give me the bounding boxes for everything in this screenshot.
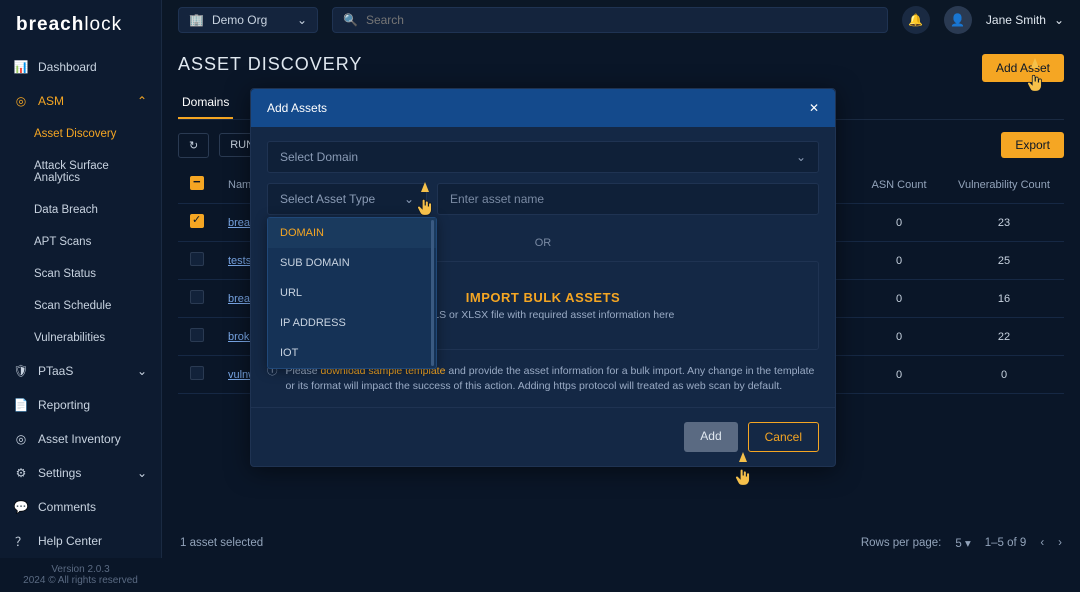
export-button[interactable]: Export [1001, 132, 1064, 158]
sidebar-item-scan-schedule[interactable]: Scan Schedule [0, 290, 161, 322]
asset-type-subdomain[interactable]: SUB DOMAIN [268, 248, 436, 278]
sidebar-item-data-breach[interactable]: Data Breach [0, 194, 161, 226]
footer: 1 asset selected Rows per page: 5 ▾ 1–5 … [162, 536, 1080, 550]
chevron-down-icon: ⌄ [137, 466, 147, 480]
asset-type-url[interactable]: URL [268, 278, 436, 308]
cell-vuln: 22 [944, 318, 1064, 356]
sidebar-item-asset-discovery[interactable]: Asset Discovery [0, 118, 161, 150]
refresh-button[interactable]: ↻ [178, 133, 209, 158]
cell-vuln: 16 [944, 280, 1064, 318]
rows-per-page-label: Rows per page: [861, 537, 942, 549]
chevron-down-icon: ⌄ [297, 13, 307, 27]
modal-title: Add Assets [267, 101, 327, 115]
help-icon: ？ [14, 534, 28, 548]
add-asset-button[interactable]: Add Asset [982, 54, 1064, 82]
select-all-checkbox[interactable] [190, 176, 204, 190]
row-checkbox[interactable] [190, 252, 204, 266]
inventory-icon: ◎ [14, 432, 28, 446]
sidebar: breachlock 📊 Dashboard ◎ ASM ⌃ Asset Dis… [0, 0, 162, 558]
sidebar-item-asm[interactable]: ◎ ASM ⌃ [0, 84, 161, 118]
sidebar-item-ptaas[interactable]: 🛡 PTaaS ⌄ [0, 354, 161, 388]
row-checkbox[interactable] [190, 366, 204, 380]
page-range: 1–5 of 9 [985, 537, 1027, 549]
search-bar[interactable]: 🔍 [332, 7, 888, 33]
asset-type-domain[interactable]: DOMAIN [268, 218, 436, 248]
asset-type-menu: DOMAIN SUB DOMAIN URL IP ADDRESS IOT [267, 217, 437, 369]
col-asn: ASN Count [854, 166, 944, 204]
cell-asn: 0 [854, 204, 944, 242]
modal-header: Add Assets ✕ [251, 89, 835, 127]
selected-count: 1 asset selected [180, 537, 263, 549]
building-icon: 🏢 [189, 13, 204, 27]
sidebar-item-apt-scans[interactable]: APT Scans [0, 226, 161, 258]
gear-icon: ⚙ [14, 466, 28, 480]
next-page[interactable]: › [1058, 537, 1062, 549]
sidebar-item-asset-inventory[interactable]: ◎ Asset Inventory [0, 422, 161, 456]
cell-vuln: 23 [944, 204, 1064, 242]
chevron-up-icon: ⌃ [137, 94, 147, 108]
search-icon: 🔍 [343, 13, 358, 27]
scrollbar[interactable] [431, 220, 434, 366]
cell-asn: 0 [854, 242, 944, 280]
prev-page[interactable]: ‹ [1040, 537, 1044, 549]
asset-type-iot[interactable]: IOT [268, 338, 436, 368]
row-checkbox[interactable] [190, 214, 204, 228]
chevron-down-icon: ⌄ [1054, 13, 1064, 27]
rows-per-page-select[interactable]: 5 ▾ [955, 536, 970, 550]
sidebar-footer: Version 2.0.3 2024 © All rights reserved [0, 558, 161, 592]
topbar: 🏢 Demo Org ⌄ 🔍 🔔 👤 Jane Smith ⌄ [162, 0, 1080, 40]
document-icon: 📄 [14, 398, 28, 412]
target-icon: ◎ [14, 94, 28, 108]
sidebar-item-reporting[interactable]: 📄 Reporting [0, 388, 161, 422]
sidebar-item-scan-status[interactable]: Scan Status [0, 258, 161, 290]
chevron-down-icon: ⌄ [404, 192, 414, 206]
cell-asn: 0 [854, 318, 944, 356]
modal-actions: Add Cancel [251, 407, 835, 466]
asset-type-ip[interactable]: IP ADDRESS [268, 308, 436, 338]
select-asset-type-dropdown[interactable]: Select Asset Type ⌄ [267, 183, 427, 215]
row-checkbox[interactable] [190, 290, 204, 304]
sidebar-item-comments[interactable]: 💬 Comments [0, 490, 161, 524]
row-checkbox[interactable] [190, 328, 204, 342]
user-menu[interactable]: Jane Smith ⌄ [986, 13, 1064, 27]
pagination: Rows per page: 5 ▾ 1–5 of 9 ‹ › [861, 536, 1062, 550]
page-title: ASSET DISCOVERY [178, 54, 1064, 75]
sidebar-item-vulnerabilities[interactable]: Vulnerabilities [0, 322, 161, 354]
close-icon[interactable]: ✕ [809, 101, 819, 115]
tab-domains[interactable]: Domains [178, 87, 233, 119]
org-select[interactable]: 🏢 Demo Org ⌄ [178, 7, 318, 33]
brand-logo: breachlock [0, 0, 161, 50]
add-button[interactable]: Add [684, 422, 737, 452]
cell-vuln: 0 [944, 356, 1064, 394]
select-domain-dropdown[interactable]: Select Domain ⌄ [267, 141, 819, 173]
notification-bell-icon[interactable]: 🔔 [902, 6, 930, 34]
asset-name-input[interactable] [437, 183, 819, 215]
cell-asn: 0 [854, 280, 944, 318]
cell-asn: 0 [854, 356, 944, 394]
cancel-button[interactable]: Cancel [748, 422, 819, 452]
sidebar-item-dashboard[interactable]: 📊 Dashboard [0, 50, 161, 84]
add-assets-modal: Add Assets ✕ Select Domain ⌄ Select Asse… [250, 88, 836, 467]
chevron-down-icon: ⌄ [796, 150, 806, 164]
sidebar-item-settings[interactable]: ⚙ Settings ⌄ [0, 456, 161, 490]
comment-icon: 💬 [14, 500, 28, 514]
col-vuln: Vulnerability Count [944, 166, 1064, 204]
sidebar-item-help[interactable]: ？ Help Center [0, 524, 161, 558]
chart-icon: 📊 [14, 60, 28, 74]
shield-icon: 🛡 [14, 364, 28, 378]
avatar[interactable]: 👤 [944, 6, 972, 34]
cell-vuln: 25 [944, 242, 1064, 280]
search-input[interactable] [366, 13, 877, 27]
sidebar-item-attack-surface[interactable]: Attack Surface Analytics [0, 150, 161, 194]
chevron-down-icon: ⌄ [137, 364, 147, 378]
